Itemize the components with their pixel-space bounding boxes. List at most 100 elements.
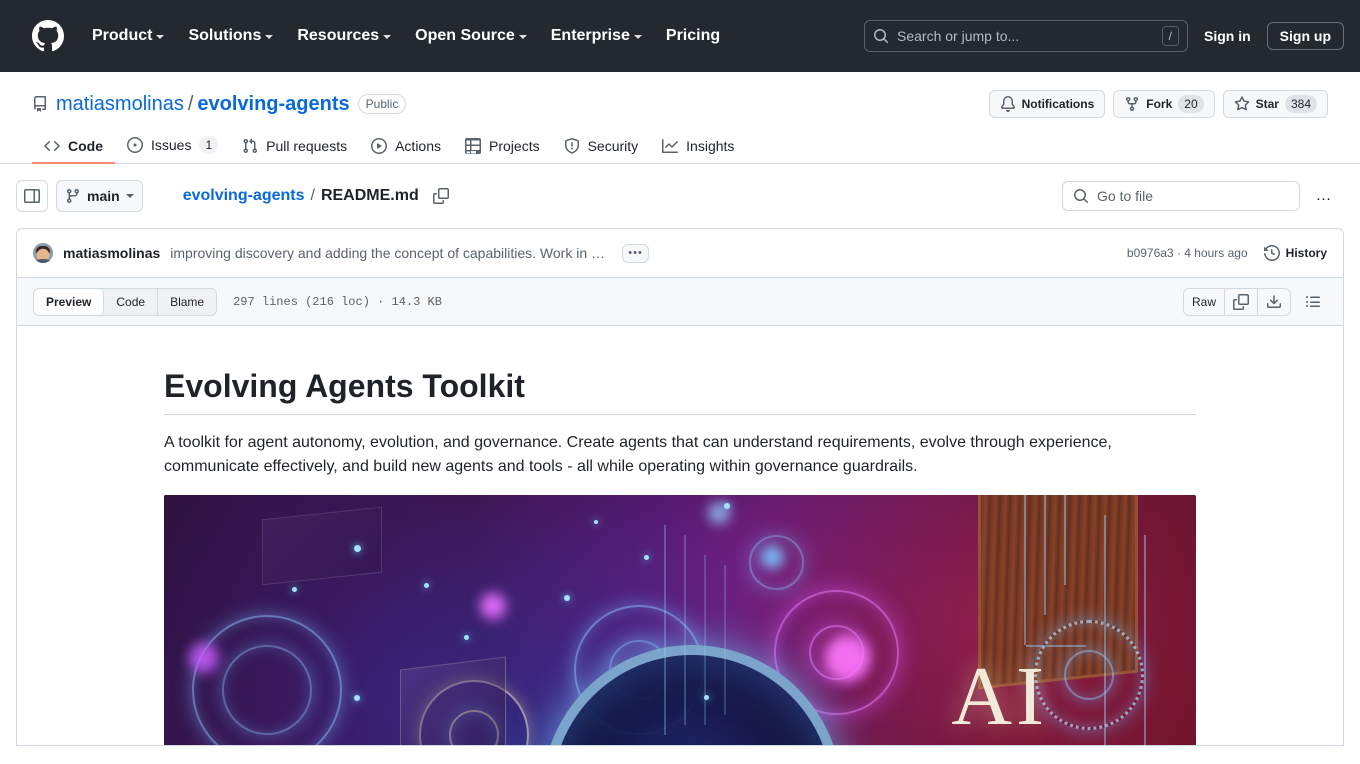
tab-issues[interactable]: Issues 1	[115, 128, 230, 164]
repo-owner-link[interactable]: matiasmolinas	[56, 93, 184, 116]
shield-icon	[564, 138, 580, 154]
commit-hash-and-time: b0976a3 · 4 hours ago	[1126, 246, 1248, 260]
commit-message[interactable]: improving discovery and adding the conce…	[170, 245, 610, 261]
commit-expand-button[interactable]: •••	[622, 243, 649, 263]
branch-name: main	[87, 188, 120, 204]
chevron-down-icon	[156, 34, 165, 39]
repo-book-icon	[32, 96, 48, 112]
nav-item-pricing[interactable]: Pricing	[654, 19, 732, 53]
nav-item-open-source-label: Open Source	[415, 26, 515, 44]
fork-button[interactable]: Fork 20	[1113, 90, 1215, 118]
git-pull-request-icon	[242, 138, 258, 154]
notifications-label: Notifications	[1021, 97, 1095, 111]
issue-opened-icon	[127, 137, 143, 153]
list-outline-icon[interactable]	[1299, 288, 1327, 316]
branch-selector[interactable]: main	[56, 180, 143, 212]
nav-item-product[interactable]: Product	[80, 19, 176, 53]
tab-issues-count: 1	[199, 136, 219, 154]
tab-projects-label: Projects	[489, 138, 540, 154]
fork-count: 20	[1178, 95, 1204, 113]
nav-item-product-label: Product	[92, 26, 153, 44]
repo-name-separator: /	[187, 92, 194, 115]
breadcrumb-root-link[interactable]: evolving-agents	[183, 187, 305, 205]
tab-pull-requests-label: Pull requests	[266, 138, 348, 154]
file-stats: 297 lines (216 loc) · 14.3 KB	[233, 294, 442, 309]
history-link[interactable]: History	[1263, 245, 1327, 261]
nav-item-resources[interactable]: Resources	[285, 19, 403, 53]
view-mode-preview[interactable]: Preview	[34, 288, 105, 315]
view-mode-code[interactable]: Code	[104, 288, 159, 315]
banner-ai-text: AI	[951, 650, 1048, 743]
search-input[interactable]: Search or jump to... /	[864, 19, 1188, 52]
chevron-down-icon	[633, 34, 642, 39]
breadcrumb-current-file: README.md	[320, 187, 419, 204]
graph-icon	[662, 138, 679, 154]
tab-code-label: Code	[68, 138, 103, 154]
sidebar-expand-icon[interactable]	[16, 180, 48, 212]
notifications-button[interactable]: Notifications	[988, 90, 1106, 118]
star-icon	[1234, 96, 1250, 112]
nav-item-solutions[interactable]: Solutions	[176, 19, 285, 53]
view-mode-blame[interactable]: Blame	[158, 289, 216, 315]
file-actions-group: Raw	[1182, 287, 1291, 316]
tab-security[interactable]: Security	[552, 130, 651, 164]
readme-description: A toolkit for agent autonomy, evolution,…	[164, 434, 1112, 475]
readme-content: Evolving Agents Toolkit A toolkit for ag…	[16, 326, 1344, 746]
history-label: History	[1285, 246, 1327, 260]
sign-in-link[interactable]: Sign in	[1204, 28, 1251, 44]
go-to-file-input[interactable]: Go to file	[1062, 181, 1300, 211]
readme-inner: Evolving Agents Toolkit A toolkit for ag…	[164, 326, 1196, 745]
tab-insights[interactable]: Insights	[650, 130, 746, 164]
readme-banner-image: AI	[164, 495, 1196, 745]
chevron-down-icon	[383, 34, 392, 39]
repo-header: matiasmolinas / evolving-agents Public N…	[0, 72, 1360, 164]
code-icon	[44, 138, 60, 154]
tab-actions-label: Actions	[395, 138, 442, 154]
search-icon	[1074, 189, 1089, 204]
chevron-down-icon	[518, 34, 527, 39]
sign-up-button[interactable]: Sign up	[1266, 21, 1344, 50]
copy-path-icon[interactable]	[431, 186, 451, 206]
go-to-file-placeholder: Go to file	[1097, 188, 1154, 204]
commit-meta-group: b0976a3 · 4 hours ago History	[1127, 245, 1327, 261]
git-branch-icon	[65, 188, 81, 204]
breadcrumb-separator: /	[310, 187, 315, 204]
file-path-row-right: Go to file …	[1062, 180, 1340, 212]
chevron-down-icon	[125, 194, 134, 198]
nav-item-pricing-label: Pricing	[665, 26, 721, 44]
tab-security-label: Security	[587, 138, 639, 154]
download-icon[interactable]	[1258, 289, 1290, 315]
file-view-toolbar: Preview Code Blame 297 lines (216 loc) ·…	[16, 278, 1344, 326]
tab-insights-label: Insights	[686, 138, 735, 154]
nav-item-enterprise-label: Enterprise	[550, 26, 630, 44]
breadcrumb: evolving-agents / README.md	[183, 186, 451, 206]
search-shortcut-badge: /	[1161, 25, 1179, 46]
repo-visibility-badge: Public	[357, 94, 407, 114]
more-options-button[interactable]: …	[1308, 180, 1340, 212]
global-header: Product Solutions Resources Open Source …	[0, 0, 1360, 72]
fork-icon	[1124, 96, 1140, 112]
tab-code[interactable]: Code	[32, 130, 115, 164]
bell-icon	[1000, 96, 1016, 112]
nav-item-enterprise[interactable]: Enterprise	[539, 19, 654, 53]
commit-author-link[interactable]: matiasmolinas	[63, 245, 160, 261]
raw-button[interactable]: Raw	[1184, 288, 1225, 315]
tab-projects[interactable]: Projects	[453, 130, 552, 164]
tab-pull-requests[interactable]: Pull requests	[230, 130, 359, 164]
file-toolbar-right: Raw	[1182, 287, 1327, 316]
latest-commit-bar: matiasmolinas improving discovery and ad…	[16, 228, 1344, 278]
file-area: main evolving-agents / README.md Go to f…	[0, 164, 1360, 746]
github-mark-icon[interactable]	[32, 19, 64, 52]
nav-item-resources-label: Resources	[297, 26, 380, 44]
tab-issues-label: Issues	[151, 137, 192, 153]
search-placeholder: Search or jump to...	[897, 27, 1020, 44]
repo-actions: Notifications Fork 20 Star 384	[988, 90, 1328, 118]
search-icon	[873, 28, 889, 44]
nav-item-open-source[interactable]: Open Source	[403, 19, 539, 53]
repo-name-link[interactable]: evolving-agents	[197, 93, 349, 116]
star-button[interactable]: Star 384	[1222, 90, 1328, 118]
fork-label: Fork	[1146, 97, 1173, 111]
copy-icon[interactable]	[1225, 288, 1258, 315]
tab-actions[interactable]: Actions	[359, 130, 453, 164]
history-clock-icon	[1263, 245, 1280, 261]
